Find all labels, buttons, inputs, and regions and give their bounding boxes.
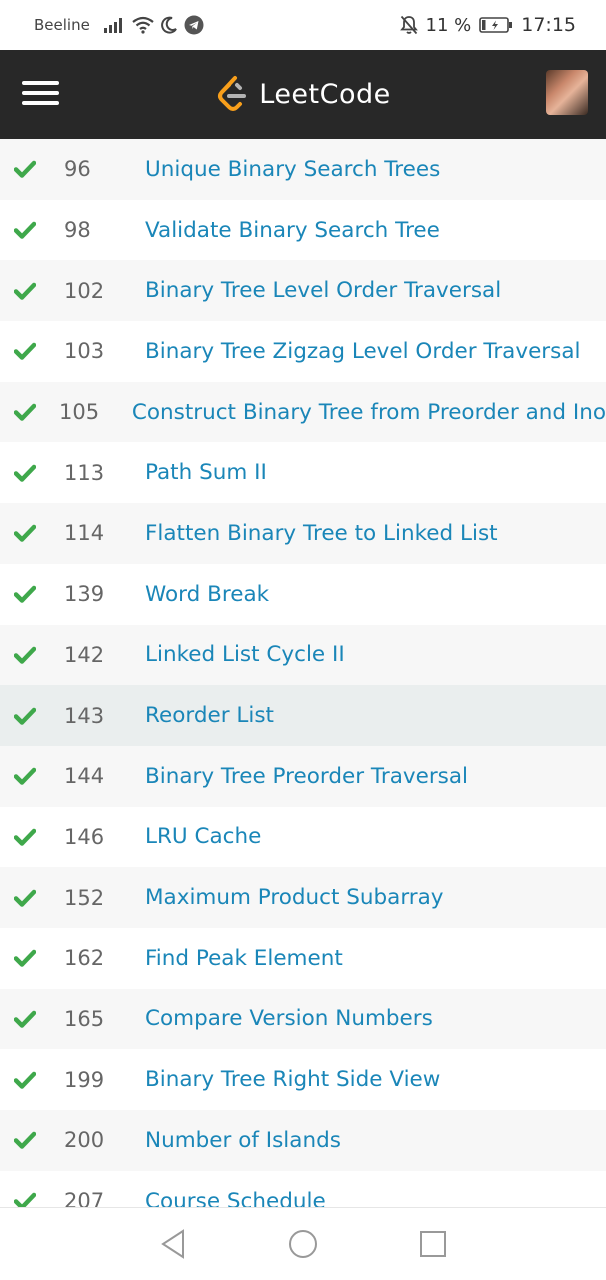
problem-row[interactable]: 113 Path Sum II [0,442,606,504]
battery-icon [479,17,513,33]
home-button[interactable] [286,1227,320,1261]
check-icon [0,160,64,179]
problem-row[interactable]: 200 Number of Islands [0,1110,606,1171]
problem-row[interactable]: 142 Linked List Cycle II [0,624,606,686]
problem-row[interactable]: 207 Course Schedule [0,1170,606,1207]
problem-row[interactable]: 102 Binary Tree Level Order Traversal [0,260,606,322]
check-icon [0,342,64,361]
brand-name: LeetCode [259,79,391,110]
problem-number: 102 [64,278,105,303]
clock: 17:15 [521,14,576,36]
problem-row[interactable]: 96 Unique Binary Search Trees [0,139,606,200]
problem-title-link[interactable]: Compare Version Numbers [145,1006,433,1031]
problem-row[interactable]: 114 Flatten Binary Tree to Linked List [0,503,606,564]
wifi-icon [132,16,154,34]
check-icon [0,1192,64,1207]
problem-number: 143 [64,703,105,728]
problem-title-link[interactable]: Validate Binary Search Tree [145,218,440,243]
bell-off-icon [399,15,418,35]
problem-number: 199 [64,1067,105,1092]
check-icon [0,403,59,421]
carrier-name: Beeline [34,16,90,34]
problem-number: 105 [58,400,100,425]
check-icon [0,646,64,664]
status-bar-left: Beeline [34,15,204,35]
problem-row[interactable]: 103 Binary Tree Zigzag Level Order Traver… [0,321,606,382]
back-icon [161,1229,184,1259]
status-bar-right: 11 % 17:15 [399,14,576,36]
app-header: LeetCode [0,50,606,139]
problem-number: 200 [64,1128,105,1153]
problem-number: 146 [64,824,105,849]
check-icon [0,585,64,603]
problem-title-link[interactable]: Binary Tree Zigzag Level Order Traversal [145,339,581,364]
problem-row[interactable]: 199 Binary Tree Right Side View [0,1049,606,1110]
problem-title-link[interactable]: Find Peak Element [145,946,343,971]
problem-number: 114 [64,521,105,546]
check-icon [0,889,64,907]
problem-title-link[interactable]: Construct Binary Tree from Preorder and … [132,400,606,425]
problem-title-link[interactable]: Binary Tree Right Side View [145,1067,440,1092]
problem-row[interactable]: 98 Validate Binary Search Tree [0,199,606,261]
problem-number: 96 [64,157,91,182]
check-icon [0,282,64,300]
recents-icon [420,1231,446,1257]
telegram-icon [184,15,204,35]
check-icon [0,1010,64,1028]
problem-number: 142 [64,642,105,667]
problem-title-link[interactable]: Unique Binary Search Trees [145,157,440,182]
problem-title-link[interactable]: Word Break [145,582,269,607]
avatar[interactable] [546,70,588,115]
problem-row[interactable]: 165 Compare Version Numbers [0,988,606,1050]
problem-row[interactable]: 143 Reorder List [0,685,606,746]
problem-list: 96 Unique Binary Search Trees 98 Validate B… [0,139,606,1207]
check-icon [0,221,64,239]
problem-title-link[interactable]: Path Sum II [145,460,267,485]
brand-logo[interactable]: LeetCode [215,75,391,115]
home-icon [289,1230,317,1258]
problem-number: 98 [64,218,91,243]
problem-number: 144 [64,764,105,789]
problem-title-link[interactable]: Number of Islands [145,1128,341,1153]
status-bar: Beeline 11 % 17:15 [0,0,606,50]
check-icon [0,1071,64,1089]
problem-title-link[interactable]: Maximum Product Subarray [145,885,444,910]
problem-title-link[interactable]: Reorder List [145,703,274,728]
problem-number: 165 [64,1006,105,1031]
problem-number: 162 [64,946,105,971]
problem-row[interactable]: 152 Maximum Product Subarray [0,867,606,928]
problem-number: 113 [64,460,105,485]
problem-row[interactable]: 162 Find Peak Element [0,927,606,989]
status-icons-left [103,15,204,35]
check-icon [0,524,64,543]
check-icon [0,949,64,968]
problem-title-link[interactable]: Course Schedule [145,1189,326,1207]
signal-icon [103,18,122,33]
problem-title-link[interactable]: Binary Tree Preorder Traversal [145,764,468,789]
check-icon [0,1131,64,1150]
moon-icon [160,16,177,34]
check-icon [0,767,64,785]
problem-number: 103 [64,339,105,364]
back-button[interactable] [156,1227,190,1261]
problem-row[interactable]: 139 Word Break [0,563,606,625]
recents-button[interactable] [416,1227,450,1261]
check-icon [0,464,64,482]
problem-title-link[interactable]: Linked List Cycle II [145,642,345,667]
problem-row[interactable]: 146 LRU Cache [0,806,606,868]
problem-number: 152 [64,885,105,910]
problem-number: 207 [64,1189,105,1207]
problem-row[interactable]: 105 Construct Binary Tree from Preorder a… [0,381,606,443]
check-icon [0,828,64,846]
battery-percent: 11 % [425,14,472,36]
menu-icon[interactable] [22,81,59,105]
problem-title-link[interactable]: LRU Cache [145,824,261,849]
problem-number: 139 [64,582,105,607]
problem-title-link[interactable]: Binary Tree Level Order Traversal [145,278,501,303]
problem-row[interactable]: 144 Binary Tree Preorder Traversal [0,745,606,807]
leetcode-logo-icon [218,75,247,111]
system-nav-bar [0,1207,606,1280]
problem-title-link[interactable]: Flatten Binary Tree to Linked List [145,521,498,546]
check-icon [0,707,64,725]
